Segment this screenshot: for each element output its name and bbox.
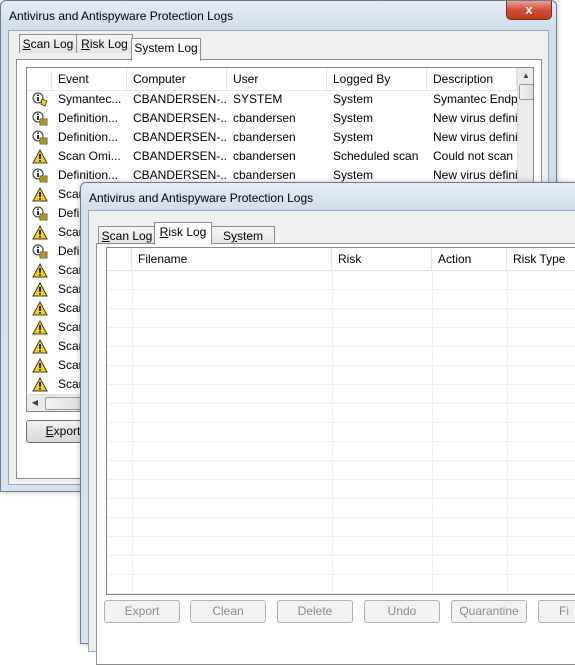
grid-line [107,555,575,556]
warning-icon [32,224,48,240]
warning-icon [32,376,48,392]
grid-line [107,346,575,347]
column-header-icon[interactable] [107,248,132,270]
risk-log-list[interactable]: Filename Risk Action Risk Type [106,247,575,595]
grid-line [107,289,575,290]
warning-icon [32,281,48,297]
definition-update-icon [32,130,48,145]
cell-computer: CBANDERSEN-... [133,130,227,144]
column-header-risk-type[interactable]: Risk Type [507,248,575,270]
delete-button[interactable]: Delete [277,600,353,623]
front-window: Antivirus and Antispyware Protection Log… [80,182,575,665]
undo-button[interactable]: Undo [364,600,440,623]
column-header-description[interactable]: Description [427,68,517,90]
warning-icon [32,300,48,316]
tab-scan-log[interactable]: Scan Log [19,34,77,53]
cell-computer: CBANDERSEN-... [133,92,227,106]
grid-line [107,422,575,423]
grid-column-line [332,270,333,594]
definition-update-icon [32,168,48,183]
cell-logged-by: Scheduled scan [333,149,419,163]
definition-update-icon [32,206,48,221]
grid-line [107,327,575,328]
grid-line [107,498,575,499]
list-header: Filename Risk Action Risk Type [107,248,575,271]
definition-update-icon [32,244,48,259]
cell-user: cbandersen [233,130,296,144]
warning-icon [32,338,48,354]
table-row[interactable]: Definition... CBANDERSEN-... cbandersen Sys… [27,109,517,128]
cell-user: cbandersen [233,149,296,163]
grid-line [107,593,575,594]
export-button[interactable]: Export [104,600,180,623]
column-header-action[interactable]: Action [432,248,507,270]
clean-button[interactable]: Clean [190,600,266,623]
cell-description: Symantec Endp [433,92,517,106]
grid-line [107,308,575,309]
column-header-risk[interactable]: Risk [332,248,432,270]
fix-button[interactable]: Fi [538,600,575,623]
cell-description: New virus defini [433,111,517,125]
cell-description: Could not scan 1 [433,149,517,163]
front-window-titlebar[interactable]: Antivirus and Antispyware Protection Log… [81,183,575,211]
grid-line [107,536,575,537]
tab-system-log[interactable]: System Log [131,38,201,61]
cell-logged-by: System [333,111,374,125]
cell-computer: CBANDERSEN-... [133,149,227,163]
grid-line [107,441,575,442]
column-header-event[interactable]: Event [52,68,127,90]
column-header-user[interactable]: User [227,68,327,90]
grid-line [107,384,575,385]
front-window-client: Scan Log Risk Log System Log Filename Ri… [88,210,575,665]
warning-icon [32,186,48,202]
quarantine-button[interactable]: Quarantine [451,600,527,623]
grid-line [107,479,575,480]
column-header-icon[interactable] [27,68,52,90]
cell-event: Scan Omi... [58,149,121,163]
scroll-thumb[interactable] [519,84,533,100]
info-shield-icon [32,92,48,107]
cell-user: cbandersen [233,111,296,125]
table-row[interactable]: Definition... CBANDERSEN-... cbandersen Sys… [27,128,517,147]
grid-column-line [507,270,508,594]
scroll-up-arrow-icon[interactable]: ▲ [518,68,533,84]
grid-line [107,574,575,575]
tab-risk-log[interactable]: Risk Log [76,34,133,53]
table-row[interactable]: Symantec... CBANDERSEN-... SYSTEM System Sym… [27,90,517,109]
list-header: Event Computer User Logged By Descriptio… [27,68,533,91]
cell-computer: CBANDERSEN-... [133,111,227,125]
column-header-filename[interactable]: Filename [132,248,332,270]
cell-event: Definition... [58,130,119,144]
tab-risk-log[interactable]: Risk Log [154,222,212,245]
window-title: Antivirus and Antispyware Protection Log… [9,9,234,23]
warning-icon [32,357,48,373]
window-title: Antivirus and Antispyware Protection Log… [89,191,314,205]
definition-update-icon [32,111,48,126]
cell-logged-by: System [333,130,374,144]
table-row[interactable]: Scan Omi... CBANDERSEN-... cbandersen Sched… [27,147,517,166]
cell-event: Definition... [58,111,119,125]
scroll-left-arrow-icon[interactable]: ◀ [27,395,43,411]
grid-line [107,460,575,461]
cell-description: New virus defini [433,130,517,144]
column-header-computer[interactable]: Computer [127,68,227,90]
grid-column-line [132,270,133,594]
cell-event: Symantec... [58,92,122,106]
warning-icon [32,262,48,278]
cell-logged-by: System [333,92,374,106]
warning-icon [32,319,48,335]
back-window-titlebar[interactable]: Antivirus and Antispyware Protection Log… [1,1,556,29]
warning-icon [32,148,48,164]
column-header-logged-by[interactable]: Logged By [327,68,427,90]
grid-column-line [432,270,433,594]
grid-line [107,365,575,366]
grid-line [107,517,575,518]
close-button[interactable]: x [506,1,552,20]
cell-user: SYSTEM [233,92,283,106]
grid-line [107,403,575,404]
